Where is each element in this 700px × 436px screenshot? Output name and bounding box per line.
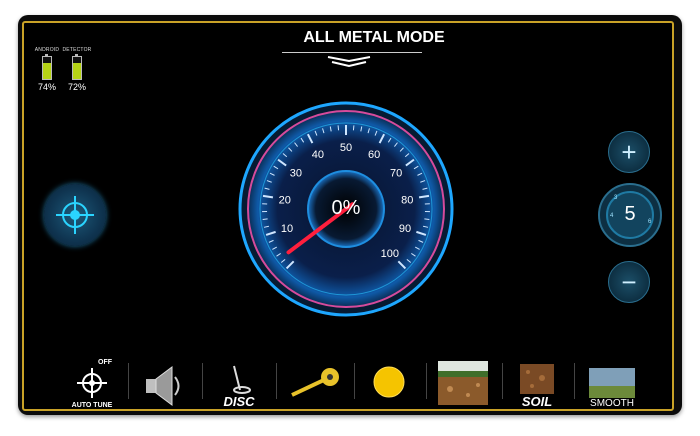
gauge-tick-label: 30: [290, 168, 302, 180]
detector-coil-icon: [233, 365, 251, 394]
increase-button[interactable]: +: [608, 131, 650, 173]
gauge-readout: 0%: [331, 197, 361, 219]
tape-measure-icon: [291, 368, 339, 397]
mode-title[interactable]: ALL METAL MODE: [274, 29, 474, 47]
android-battery-icon: [42, 54, 52, 80]
chevron-down-icon[interactable]: [324, 55, 374, 69]
autotune-button[interactable]: OFF AUTO TUNE: [64, 353, 120, 409]
detector-battery-icon: [72, 54, 82, 80]
pinpoint-depth-button[interactable]: [286, 353, 346, 409]
android-battery-percent: 74%: [37, 82, 56, 92]
soil-label: SOIL: [521, 394, 553, 409]
smooth-label: SMOOTH: [590, 398, 634, 409]
level-value: 5: [624, 203, 636, 225]
title-divider: [282, 52, 422, 53]
gauge-tick-label: 70: [390, 168, 402, 180]
disc-button[interactable]: DISC: [214, 353, 264, 409]
ground-icon: [438, 361, 488, 405]
detector-battery: DETECTOR 72%: [62, 47, 92, 92]
soil-icon: [520, 364, 554, 394]
gauge-tick-label: 90: [399, 223, 411, 235]
backlight-button[interactable]: [364, 353, 414, 409]
detector-battery-percent: 72%: [67, 82, 86, 92]
pinpoint-button[interactable]: [44, 184, 106, 246]
decrease-button[interactable]: −: [608, 261, 650, 303]
gauge-tick-label: 10: [281, 223, 293, 235]
disc-label: DISC: [223, 394, 255, 409]
autotune-crosshair-icon: [77, 368, 107, 398]
gauge-tick: [424, 218, 430, 221]
sun-icon: [373, 366, 405, 398]
detector-battery-label: DETECTOR: [62, 47, 92, 53]
gauge-tick-label: 40: [312, 149, 324, 161]
ground-button[interactable]: [434, 353, 492, 409]
gauge-tick-label: 100: [381, 248, 399, 260]
gauge-tick: [262, 218, 268, 221]
crosshair-icon: [56, 196, 94, 234]
volume-button[interactable]: [138, 353, 188, 409]
gauge-tick-label: 50: [340, 142, 352, 154]
soil-button[interactable]: SOIL: [510, 353, 564, 409]
landscape-icon: [589, 368, 635, 398]
android-battery-label: ANDROID: [34, 47, 60, 53]
bottom-toolbar: OFF AUTO TUNE DISC SOIL SMOOTH: [24, 353, 672, 409]
autotune-label: AUTO TUNE: [71, 402, 113, 409]
speaker-icon: [146, 366, 180, 406]
app-screen: ANDROID 74% DETECTOR 72% ALL METAL MODE: [22, 21, 674, 411]
android-battery: ANDROID 74%: [32, 47, 62, 92]
autotune-off-label: OFF: [98, 359, 112, 366]
gauge-tick-label: 60: [368, 149, 380, 161]
smooth-button[interactable]: SMOOTH: [580, 353, 644, 409]
